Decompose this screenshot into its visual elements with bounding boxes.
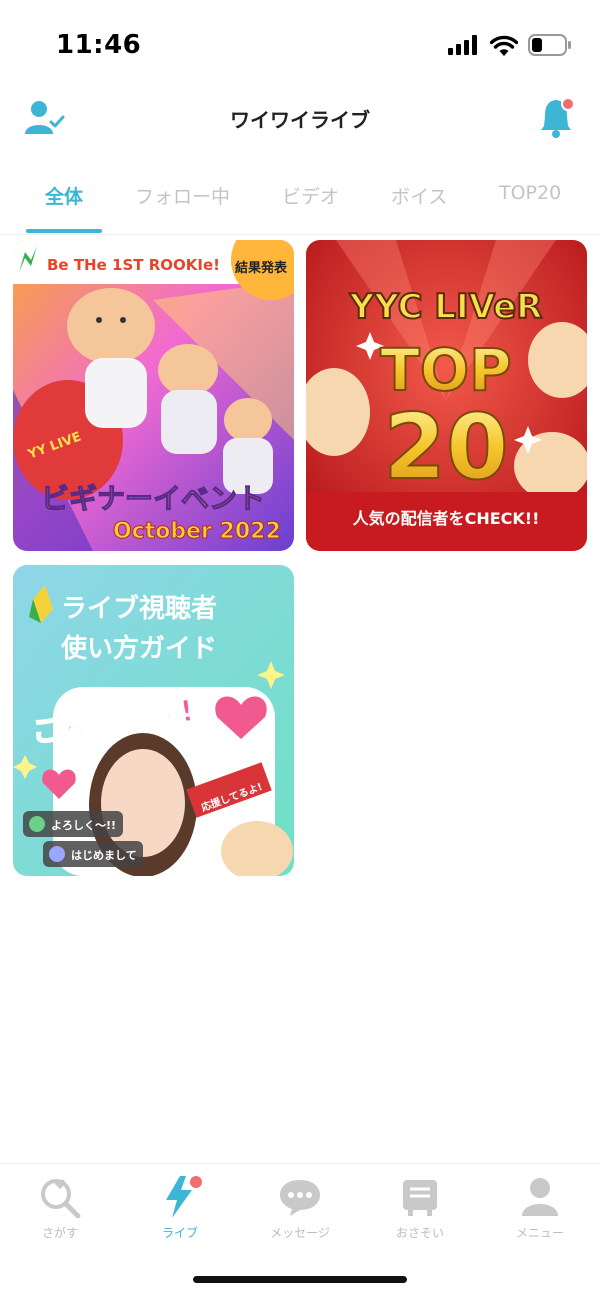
viewer-guide-banner: ライブ視聴者 使い方ガイド こんちゃす! よろしく〜!! はじめまして 応援して…	[13, 565, 294, 876]
tab-video[interactable]: ビデオ	[282, 182, 339, 209]
category-tabs: 全体 フォロー中 ビデオ ボイス TOP20	[0, 168, 600, 235]
bell-icon	[541, 97, 575, 138]
tab-following[interactable]: フォロー中	[135, 182, 230, 209]
nav-search[interactable]: さがす	[5, 1174, 115, 1241]
app-header: ワイワイライブ	[0, 90, 600, 150]
svg-text:はじめまして: はじめまして	[71, 849, 137, 862]
guide-title-line1: ライブ視聴者	[61, 593, 217, 624]
home-indicator[interactable]	[193, 1276, 407, 1283]
yyc-liver-title: YYC LIVeR	[349, 287, 543, 327]
tab-voice[interactable]: ボイス	[391, 182, 447, 209]
top20-caption: 人気の配信者をCHECK!!	[353, 509, 540, 528]
page-title: ワイワイライブ	[230, 108, 370, 132]
rookie-banner-text: Be THe 1ST ROOKIe!	[47, 256, 220, 274]
notifications-button[interactable]	[538, 96, 578, 140]
invite-list-icon	[403, 1180, 437, 1216]
tab-all[interactable]: 全体	[45, 182, 83, 209]
chat-bubble-icon	[280, 1180, 320, 1216]
notification-dot	[561, 97, 575, 111]
live-notification-dot	[190, 1176, 202, 1188]
search-heart-icon	[41, 1179, 81, 1218]
nav-live[interactable]: ライブ	[125, 1174, 235, 1241]
wifi-icon	[490, 35, 518, 56]
top20-card[interactable]: YYC LIVeR TOP 20 人気の配信者をCHECK!!	[306, 240, 587, 551]
nav-menu-label: メニュー	[515, 1226, 564, 1240]
nav-menu[interactable]: メニュー	[485, 1174, 595, 1241]
nav-messages-label: メッセージ	[270, 1226, 330, 1240]
active-tab-indicator	[26, 229, 102, 233]
person-icon	[522, 1178, 558, 1216]
top-label: TOP	[380, 336, 511, 404]
results-badge: 結果発表	[235, 260, 288, 276]
tab-top20[interactable]: TOP20	[499, 182, 561, 204]
cellular-signal-icon	[448, 35, 477, 55]
svg-text:よろしく〜!!: よろしく〜!!	[51, 819, 116, 832]
rookie-event-subtitle: October 2022	[113, 519, 281, 544]
rookie-event-title: ビギナーイベント	[41, 482, 265, 515]
nav-invitations[interactable]: おさそい	[365, 1174, 475, 1241]
nav-search-label: さがす	[41, 1226, 78, 1240]
viewer-guide-card[interactable]: ライブ視聴者 使い方ガイド こんちゃす! よろしく〜!! はじめまして 応援して…	[13, 565, 294, 876]
top20-banner: YYC LIVeR TOP 20 人気の配信者をCHECK!!	[306, 240, 587, 551]
nav-invitations-label: おさそい	[395, 1226, 444, 1240]
status-time: 11:46	[56, 30, 142, 60]
nav-messages[interactable]: メッセージ	[245, 1174, 355, 1241]
guide-title-line2: 使い方ガイド	[60, 633, 217, 664]
rookie-event-card[interactable]: Be THe 1ST ROOKIe! 結果発表 YY LIVE ビギナーイベント…	[13, 240, 294, 551]
status-icons	[448, 34, 572, 56]
status-bar: 11:46	[0, 0, 600, 90]
rookie-event-banner: Be THe 1ST ROOKIe! 結果発表 YY LIVE ビギナーイベント…	[13, 240, 294, 551]
hamster-mascot	[67, 288, 155, 364]
streamer-face	[101, 749, 185, 857]
lightning-icon	[166, 1176, 202, 1218]
battery-icon	[528, 34, 571, 56]
nav-live-label: ライブ	[161, 1226, 198, 1240]
twenty-label: 20	[383, 395, 508, 500]
